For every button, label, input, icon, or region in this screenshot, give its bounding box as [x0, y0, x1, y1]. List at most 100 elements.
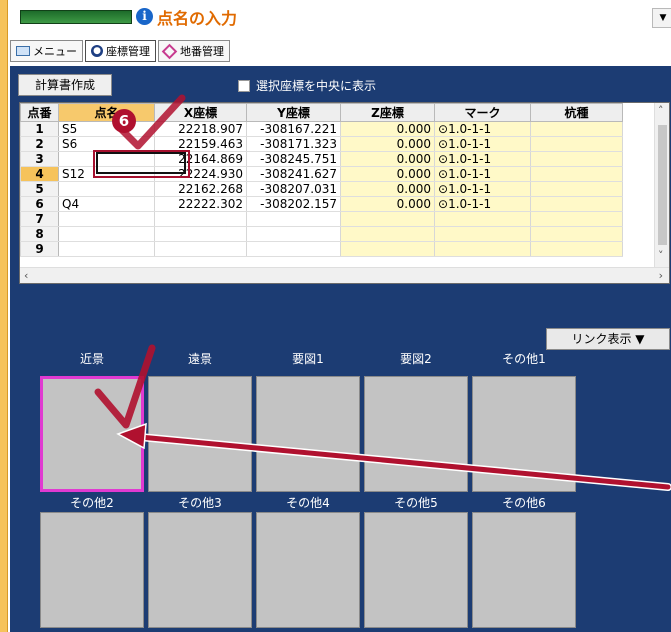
mark-cell[interactable]: ⊙1.0-1-1: [434, 196, 531, 212]
x-cell[interactable]: 22218.907: [154, 121, 247, 137]
stake-cell[interactable]: [530, 121, 623, 137]
row-number[interactable]: 3: [20, 151, 59, 167]
link-display-button[interactable]: リンク表示 ▼: [546, 328, 670, 350]
col-header-no[interactable]: 点番: [20, 103, 59, 122]
scroll-right-icon[interactable]: ›: [659, 269, 663, 282]
row-number[interactable]: 9: [20, 241, 59, 257]
z-cell[interactable]: 0.000: [340, 136, 435, 152]
y-cell[interactable]: [246, 226, 341, 242]
mark-cell[interactable]: ⊙1.0-1-1: [434, 121, 531, 137]
stake-cell[interactable]: [530, 136, 623, 152]
table-row[interactable]: 8: [20, 226, 623, 242]
x-cell[interactable]: 22159.463: [154, 136, 247, 152]
y-cell[interactable]: -308245.751: [246, 151, 341, 167]
z-cell[interactable]: [340, 241, 435, 257]
stake-cell[interactable]: [530, 226, 623, 242]
x-cell[interactable]: [154, 241, 247, 257]
mark-cell[interactable]: [434, 211, 531, 227]
table-row[interactable]: 4 S12 22224.930 -308241.627 0.000 ⊙1.0-1-1: [20, 166, 623, 182]
row-number[interactable]: 7: [20, 211, 59, 227]
scroll-left-icon[interactable]: ‹: [24, 269, 28, 282]
dropdown-button[interactable]: ▼: [652, 8, 671, 28]
col-header-z[interactable]: Z座標: [340, 103, 435, 122]
x-cell[interactable]: [154, 211, 247, 227]
row-number[interactable]: 5: [20, 181, 59, 197]
name-cell[interactable]: S6: [58, 136, 155, 152]
table-row[interactable]: 6 Q4 22222.302 -308202.157 0.000 ⊙1.0-1-1: [20, 196, 623, 212]
table-row[interactable]: 9: [20, 241, 623, 257]
name-cell[interactable]: Q4: [58, 196, 155, 212]
calc-report-button[interactable]: 計算書作成: [18, 74, 112, 96]
scroll-thumb[interactable]: [658, 125, 667, 245]
z-cell[interactable]: 0.000: [340, 196, 435, 212]
stake-cell[interactable]: [530, 166, 623, 182]
x-cell[interactable]: 22164.869: [154, 151, 247, 167]
row-number[interactable]: 8: [20, 226, 59, 242]
stake-cell[interactable]: [530, 151, 623, 167]
photo-slot[interactable]: [40, 376, 144, 492]
y-cell[interactable]: -308167.221: [246, 121, 341, 137]
col-header-y[interactable]: Y座標: [246, 103, 341, 122]
mark-cell[interactable]: ⊙1.0-1-1: [434, 136, 531, 152]
photo-slot[interactable]: [364, 376, 468, 492]
table-row[interactable]: 7: [20, 211, 623, 227]
name-cell[interactable]: [58, 151, 155, 167]
table-row[interactable]: 2 S6 22159.463 -308171.323 0.000 ⊙1.0-1-1: [20, 136, 623, 152]
z-cell[interactable]: [340, 211, 435, 227]
name-cell[interactable]: S5: [58, 121, 155, 137]
z-cell[interactable]: 0.000: [340, 121, 435, 137]
name-cell[interactable]: [58, 226, 155, 242]
horizontal-scrollbar[interactable]: ‹ ›: [20, 267, 669, 283]
x-cell[interactable]: 22222.302: [154, 196, 247, 212]
photo-slot[interactable]: [472, 512, 576, 628]
tab-lot[interactable]: 地番管理: [158, 40, 230, 62]
row-number[interactable]: 1: [20, 121, 59, 137]
z-cell[interactable]: 0.000: [340, 166, 435, 182]
stake-cell[interactable]: [530, 211, 623, 227]
mark-cell[interactable]: ⊙1.0-1-1: [434, 181, 531, 197]
y-cell[interactable]: -308171.323: [246, 136, 341, 152]
mark-cell[interactable]: ⊙1.0-1-1: [434, 151, 531, 167]
col-header-mark[interactable]: マーク: [434, 103, 531, 122]
vertical-scrollbar[interactable]: ˄ ˅: [654, 103, 669, 267]
x-cell[interactable]: 22224.930: [154, 166, 247, 182]
z-cell[interactable]: 0.000: [340, 151, 435, 167]
z-cell[interactable]: 0.000: [340, 181, 435, 197]
x-cell[interactable]: [154, 226, 247, 242]
table-row[interactable]: 3 22164.869 -308245.751 0.000 ⊙1.0-1-1: [20, 151, 623, 167]
y-cell[interactable]: -308241.627: [246, 166, 341, 182]
scroll-up-icon[interactable]: ˄: [658, 104, 664, 117]
row-number[interactable]: 6: [20, 196, 59, 212]
col-header-name[interactable]: 点名: [58, 103, 155, 122]
scroll-down-icon[interactable]: ˅: [658, 249, 664, 262]
row-number[interactable]: 2: [20, 136, 59, 152]
mark-cell[interactable]: [434, 226, 531, 242]
photo-slot[interactable]: [256, 376, 360, 492]
photo-slot[interactable]: [40, 512, 144, 628]
table-row[interactable]: 1 S5 22218.907 -308167.221 0.000 ⊙1.0-1-1: [20, 121, 623, 137]
name-cell[interactable]: S12: [58, 166, 155, 182]
center-checkbox[interactable]: [238, 80, 250, 92]
col-header-x[interactable]: X座標: [154, 103, 247, 122]
photo-slot[interactable]: [148, 512, 252, 628]
photo-slot[interactable]: [364, 512, 468, 628]
stake-cell[interactable]: [530, 241, 623, 257]
photo-slot[interactable]: [148, 376, 252, 492]
y-cell[interactable]: -308202.157: [246, 196, 341, 212]
name-cell[interactable]: [58, 241, 155, 257]
stake-cell[interactable]: [530, 196, 623, 212]
col-header-stake[interactable]: 杭種: [530, 103, 623, 122]
stake-cell[interactable]: [530, 181, 623, 197]
mark-cell[interactable]: ⊙1.0-1-1: [434, 166, 531, 182]
photo-slot[interactable]: [256, 512, 360, 628]
name-cell[interactable]: [58, 211, 155, 227]
row-number[interactable]: 4: [20, 166, 59, 182]
tab-menu[interactable]: メニュー: [10, 40, 83, 62]
y-cell[interactable]: [246, 211, 341, 227]
table-row[interactable]: 5 22162.268 -308207.031 0.000 ⊙1.0-1-1: [20, 181, 623, 197]
tab-coordinate[interactable]: ● 座標管理: [85, 40, 156, 62]
name-cell[interactable]: [58, 181, 155, 197]
photo-slot[interactable]: [472, 376, 576, 492]
y-cell[interactable]: -308207.031: [246, 181, 341, 197]
z-cell[interactable]: [340, 226, 435, 242]
